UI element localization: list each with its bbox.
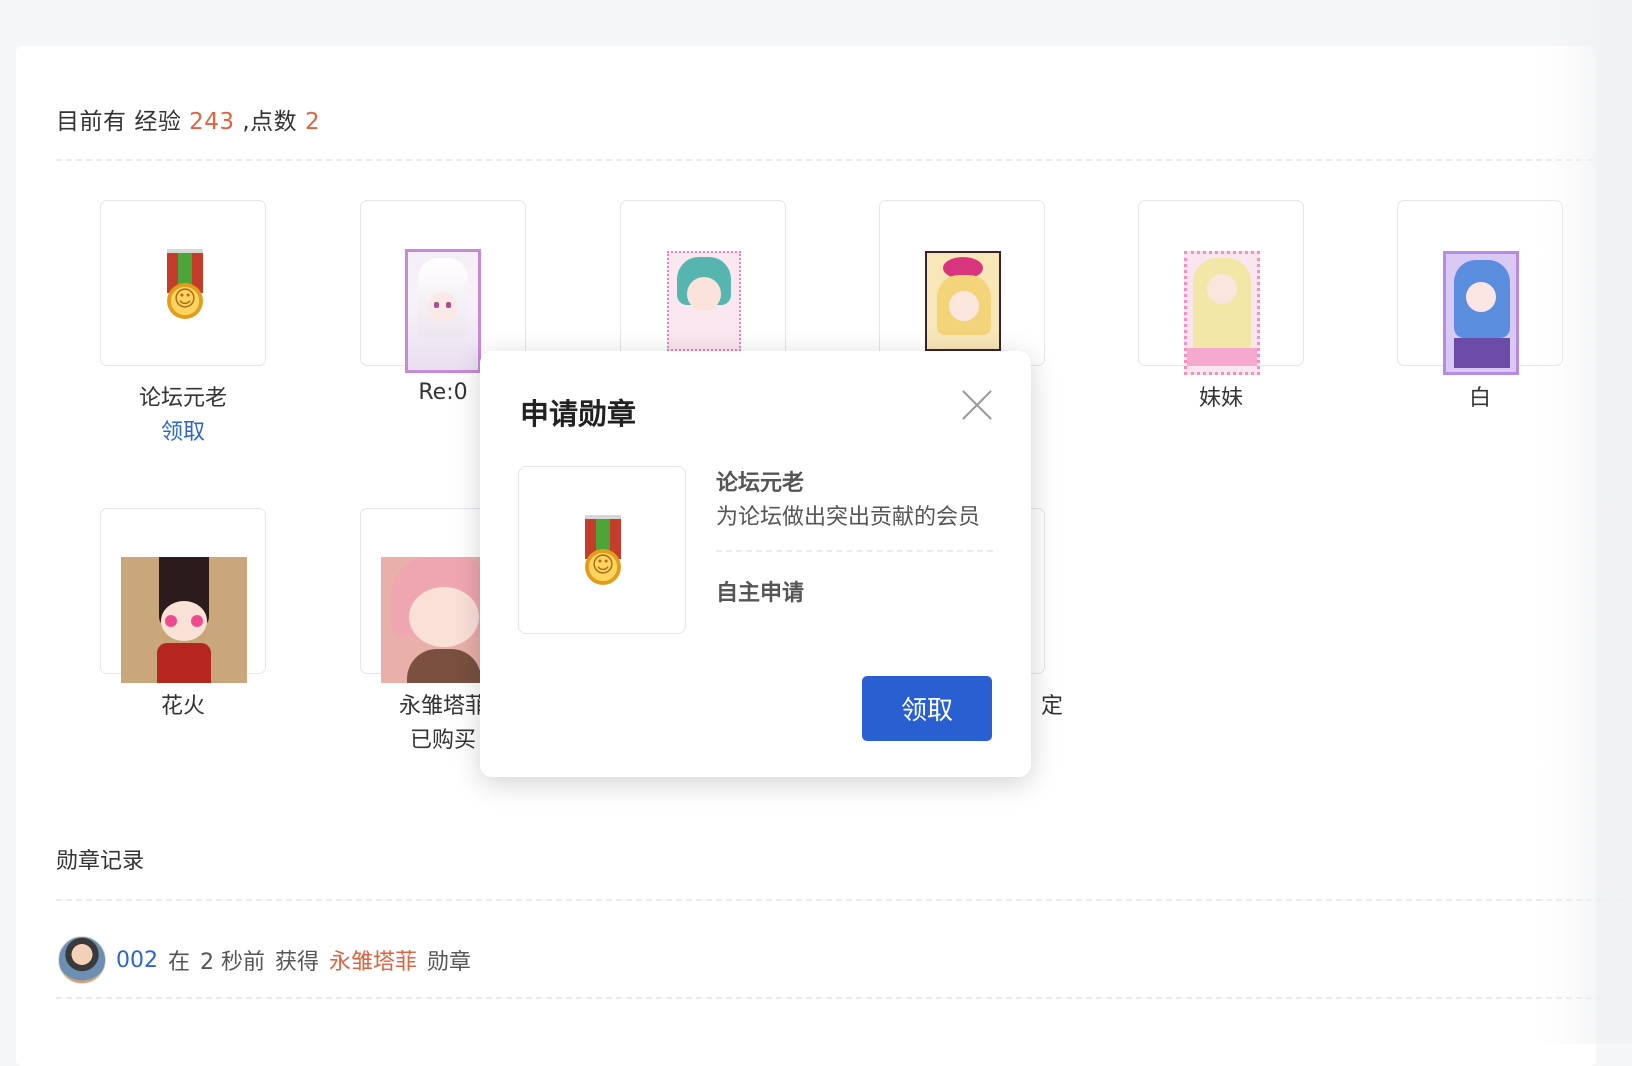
divider xyxy=(56,899,1632,901)
medal-image-box[interactable] xyxy=(100,200,266,366)
record-user-link[interactable]: 002 xyxy=(116,948,158,973)
rem-card-image xyxy=(405,249,481,373)
medal-item-6: 花火 xyxy=(48,508,318,758)
exp-label: 经验 xyxy=(134,109,182,135)
dialog-medal-name: 论坛元老 xyxy=(716,471,805,496)
exp-value: 243 xyxy=(189,109,235,135)
records-title: 勋章记录 xyxy=(56,849,145,874)
record-item: 002 在 2 秒前 获得 永雏塔菲 勋章 xyxy=(58,936,472,984)
stats-separator: , xyxy=(242,109,251,135)
sister-card-image xyxy=(1184,251,1260,375)
gold-medal-icon xyxy=(165,249,205,319)
record-text: 在 xyxy=(168,950,191,975)
divider xyxy=(716,550,993,552)
apply-medal-dialog: 申请勋章 论坛元老 为论坛做出突出贡献的会员 自主申请 领取 xyxy=(480,351,1031,777)
gold-medal-icon xyxy=(583,515,623,585)
miku-card-image xyxy=(667,251,741,351)
record-text: 勋章 xyxy=(427,950,472,975)
dialog-apply-type: 自主申请 xyxy=(716,581,805,606)
dialog-title: 申请勋章 xyxy=(520,397,637,431)
points-label: 点数 xyxy=(250,109,298,135)
stats-prefix: 目前有 xyxy=(56,109,127,135)
medal-item-4: 妹妹 xyxy=(1086,200,1356,450)
flower-girl-card-image xyxy=(925,251,1001,351)
medal-name: 论坛元老 xyxy=(138,386,227,411)
dialog-medal-description: 为论坛做出突出贡献的会员 xyxy=(716,505,981,530)
medal-image-box[interactable] xyxy=(1397,200,1563,375)
medal-image-box[interactable] xyxy=(100,508,266,683)
medal-image-box[interactable] xyxy=(620,200,786,366)
divider xyxy=(56,159,1632,161)
user-stats: 目前有 经验 243 ,点数 2 xyxy=(56,102,320,136)
shiro-card-image xyxy=(1443,251,1519,375)
medal-image-box[interactable] xyxy=(879,200,1045,366)
claim-button[interactable]: 领取 xyxy=(862,676,992,741)
divider xyxy=(56,997,1632,999)
record-medal-name: 永雏塔菲 xyxy=(329,950,418,975)
dialog-medal-image-box xyxy=(518,466,686,634)
medal-item-0: 论坛元老 领取 xyxy=(48,200,318,450)
edge-shade xyxy=(1540,0,1632,1044)
hanabi-image xyxy=(121,557,247,683)
points-value: 2 xyxy=(304,109,321,135)
record-time: 2 秒前 xyxy=(200,950,266,975)
medal-name: 花火 xyxy=(160,694,205,719)
medal-image-box[interactable] xyxy=(360,200,526,373)
medal-name: 妹妹 xyxy=(1198,386,1243,411)
medal-image-box[interactable] xyxy=(1138,200,1304,375)
close-icon[interactable] xyxy=(960,387,994,421)
avatar[interactable] xyxy=(58,936,106,984)
record-text: 获得 xyxy=(275,950,320,975)
claim-link[interactable]: 领取 xyxy=(48,414,318,446)
